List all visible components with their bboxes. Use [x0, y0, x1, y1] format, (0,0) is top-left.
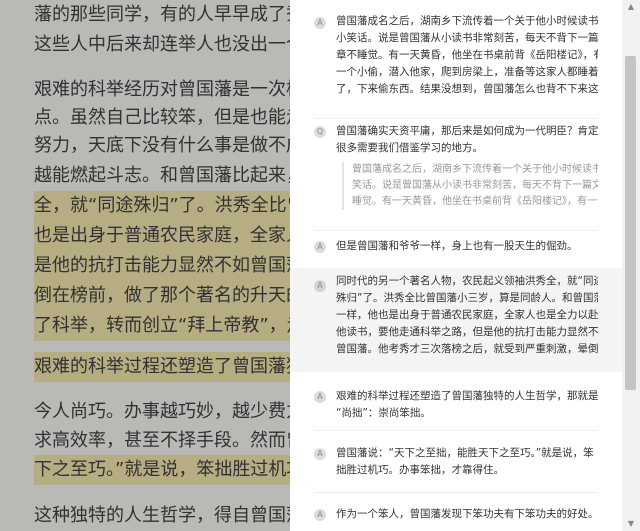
comment-text: 曾国藩成名之后，湖南乡下流传着一个关于他小时候读书的 小笑话。说是曾国藩从小读书… — [336, 15, 598, 95]
comment-item[interactable]: A 作为一个笨人，曾国藩发现下笨功夫有下笨功夫的好处。 — [290, 494, 622, 531]
comment-item[interactable]: A 但是曾国藩和爷爷一样，身上也有一股天生的倔劲。 — [290, 230, 622, 268]
comment-text: 但是曾国藩和爷爷一样，身上也有一股天生的倔劲。 — [336, 240, 578, 252]
comment-panel: A 曾国藩成名之后，湖南乡下流传着一个关于他小时候读书的 小笑话。说是曾国藩从小… — [290, 0, 622, 531]
comment-item[interactable]: A 艰难的科举过程还塑造了曾国藩独特的人生哲学，那就是 “尚拙”：崇尚笨拙。 — [290, 378, 622, 428]
scrollbar-thumb[interactable] — [625, 56, 636, 390]
answer-badge-icon: A — [314, 17, 326, 29]
quoted-text: 曾国藩成名之后，湖南乡下流传着一个关于他小时候读书的小 笑话。说是曾国藩从小读书… — [342, 162, 598, 210]
divider — [314, 492, 598, 493]
dim-overlay[interactable] — [0, 0, 290, 531]
answer-badge-icon: A — [314, 448, 326, 460]
divider — [314, 430, 598, 431]
comment-text: 曾国藩确实天资平庸，那后来是如何成为一代明臣？肯定有 很多需要我们借鉴学习的地方… — [336, 125, 598, 154]
comment-item[interactable]: Q 曾国藩确实天资平庸，那后来是如何成为一代明臣？肯定有 很多需要我们借鉴学习的… — [290, 118, 622, 230]
question-badge-icon: Q — [314, 126, 326, 138]
comment-text: 同时代的另一个著名人物，农民起义领袖洪秀全，就“同途 殊归”了。洪秀全比曾国藩小… — [336, 275, 598, 355]
comment-item[interactable]: A 曾国藩说：“天下之至拙，能胜天下之至巧。”就是说，笨 拙胜过机巧。办事笨拙，… — [290, 432, 622, 488]
answer-badge-icon: A — [314, 280, 326, 292]
comment-text: 作为一个笨人，曾国藩发现下笨功夫有下笨功夫的好处。 — [336, 508, 598, 520]
scroll-up-icon[interactable]: ▲ — [622, 0, 640, 14]
answer-badge-icon: A — [314, 391, 326, 403]
comment-text: 曾国藩说：“天下之至拙，能胜天下之至巧。”就是说，笨 拙胜过机巧。办事笨拙，才靠… — [336, 447, 594, 476]
comment-text: 艰难的科举过程还塑造了曾国藩独特的人生哲学，那就是 “尚拙”：崇尚笨拙。 — [336, 390, 598, 419]
comment-item-active[interactable]: A 同时代的另一个著名人物，农民起义领袖洪秀全，就“同途 殊归”了。洪秀全比曾国… — [290, 268, 622, 372]
answer-badge-icon: A — [314, 241, 326, 253]
scroll-down-icon[interactable]: ▼ — [622, 517, 640, 531]
answer-badge-icon: A — [314, 509, 326, 521]
comment-item[interactable]: A 曾国藩成名之后，湖南乡下流传着一个关于他小时候读书的 小笑话。说是曾国藩从小… — [290, 0, 622, 118]
